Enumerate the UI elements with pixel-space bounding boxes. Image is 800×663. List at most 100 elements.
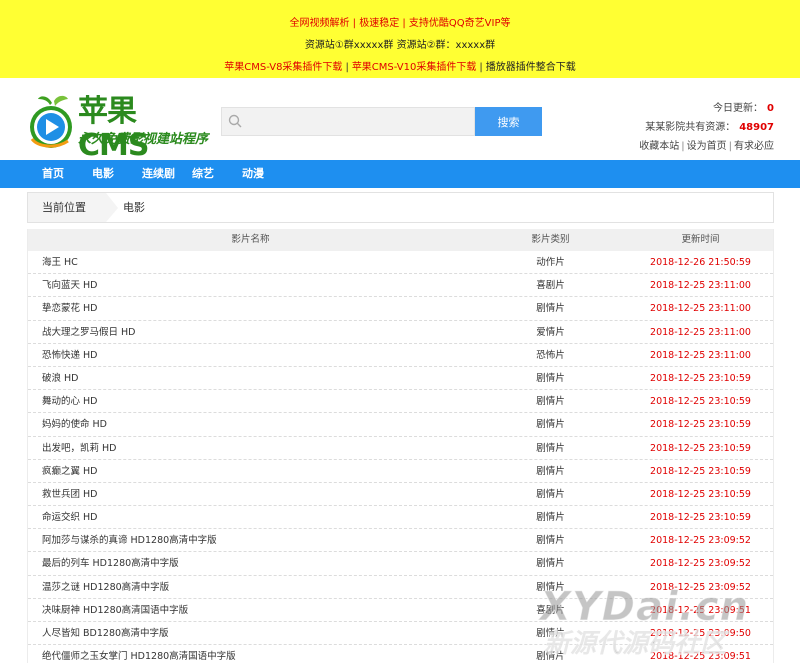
movie-category-link[interactable]: 剧情片 xyxy=(473,390,628,412)
movie-category-link[interactable]: 剧情片 xyxy=(473,483,628,505)
total-resources-label: 某某影院共有资源： xyxy=(645,122,736,133)
update-time: 2018-12-25 23:10:59 xyxy=(650,488,751,500)
nav-item-movies[interactable]: 电影 xyxy=(92,160,126,188)
update-time: 2018-12-25 23:11:00 xyxy=(650,349,751,361)
movie-category-link[interactable]: 动作片 xyxy=(473,251,628,273)
movie-category-link[interactable]: 剧情片 xyxy=(473,622,628,644)
site-stats: 今日更新： 0 某某影院共有资源： 48907 收藏本站 | 设为首页 | 有求必应 xyxy=(639,99,774,156)
banner-separator: | xyxy=(479,62,483,73)
update-time: 2018-12-25 23:10:59 xyxy=(650,396,751,408)
list-header: 影片名称 影片类别 更新时间 xyxy=(28,229,773,251)
table-row: 温莎之谜 HD1280高清中字版 剧情片 2018-12-25 23:09:52 xyxy=(28,576,773,599)
table-row: 挚恋蒙花 HD 剧情片 2018-12-25 23:11:00 xyxy=(28,297,773,321)
table-row: 妈妈的使命 HD 剧情片 2018-12-25 23:10:59 xyxy=(28,413,773,437)
header-time: 更新时间 xyxy=(681,234,720,245)
link-separator: | xyxy=(728,141,732,152)
movie-title-link[interactable]: 绝代僵师之玉女掌门 HD1280高清国语中字版 xyxy=(28,645,473,663)
banner-line-1: 全网视频解析 | 极速稳定 | 支持优酷QQ奇艺VIP等 xyxy=(289,18,511,29)
header-name: 影片名称 xyxy=(231,234,270,245)
movie-title-link[interactable]: 妈妈的使命 HD xyxy=(28,413,473,435)
movie-title-link[interactable]: 最后的列车 HD1280高清中字版 xyxy=(28,552,473,574)
table-row: 命运交织 HD 剧情片 2018-12-25 23:10:59 xyxy=(28,506,773,530)
banner-link-v8[interactable]: 苹果CMS-V8采集插件下载 xyxy=(224,62,342,73)
banner-line-2: 资源站①群xxxxx群 资源站②群：xxxxx群 xyxy=(304,40,496,51)
today-update-count: 0 xyxy=(767,103,774,114)
breadcrumb: 当前位置 电影 xyxy=(27,192,774,223)
movie-title-link[interactable]: 人尽皆知 BD1280高清中字版 xyxy=(28,622,473,644)
search-icon xyxy=(228,114,242,128)
movie-category-link[interactable]: 剧情片 xyxy=(473,552,628,574)
update-time: 2018-12-25 23:10:59 xyxy=(650,419,751,431)
update-time: 2018-12-25 23:09:52 xyxy=(650,558,751,570)
table-row: 出发吧，凯莉 HD 剧情片 2018-12-25 23:10:59 xyxy=(28,437,773,460)
movie-category-link[interactable]: 剧情片 xyxy=(473,645,628,663)
movie-title-link[interactable]: 命运交织 HD xyxy=(28,506,473,528)
breadcrumb-label: 当前位置 xyxy=(28,193,106,222)
movie-title-link[interactable]: 舞动的心 HD xyxy=(28,390,473,412)
update-time: 2018-12-25 23:09:50 xyxy=(650,628,751,639)
movie-title-link[interactable]: 海王 HC xyxy=(28,251,473,273)
update-time: 2018-12-26 21:50:59 xyxy=(650,257,751,268)
main-nav: 首页 电影 连续剧 综艺 动漫 xyxy=(0,160,800,188)
movie-category-link[interactable]: 剧情片 xyxy=(473,506,628,528)
site-logo[interactable]: 苹果CMS 永久免费影视建站程序 xyxy=(26,95,208,163)
update-time: 2018-12-25 23:11:00 xyxy=(650,326,751,338)
table-row: 救世兵团 HD 剧情片 2018-12-25 23:10:59 xyxy=(28,483,773,507)
table-row: 飞向蓝天 HD 喜剧片 2018-12-25 23:11:00 xyxy=(28,274,773,298)
movie-category-link[interactable]: 喜剧片 xyxy=(473,274,628,296)
site-header: 苹果CMS 永久免费影视建站程序 搜索 今日更新： 0 某某影院共有资源： 4890… xyxy=(0,78,800,163)
breadcrumb-arrow-icon xyxy=(106,193,118,222)
movie-category-link[interactable]: 剧情片 xyxy=(473,529,628,551)
movie-category-link[interactable]: 剧情片 xyxy=(473,297,628,319)
nav-item-series[interactable]: 连续剧 xyxy=(142,160,176,188)
movie-title-link[interactable]: 挚恋蒙花 HD xyxy=(28,297,473,319)
nav-item-variety[interactable]: 综艺 xyxy=(192,160,226,188)
movie-title-link[interactable]: 疯癫之翼 HD xyxy=(28,460,473,482)
movie-category-link[interactable]: 剧情片 xyxy=(473,367,628,389)
table-row: 阿加莎与谋杀的真谛 HD1280高清中字版 剧情片 2018-12-25 23:09… xyxy=(28,529,773,553)
movie-title-link[interactable]: 恐怖快递 HD xyxy=(28,344,473,366)
movie-title-link[interactable]: 温莎之谜 HD1280高清中字版 xyxy=(28,576,473,598)
total-resources-count: 48907 xyxy=(739,122,774,133)
movie-title-link[interactable]: 战大理之罗马假日 HD xyxy=(28,321,473,343)
update-time: 2018-12-25 23:10:59 xyxy=(650,512,751,524)
movie-category-link[interactable]: 爱情片 xyxy=(473,321,628,343)
update-time: 2018-12-25 23:11:00 xyxy=(650,303,751,315)
movie-category-link[interactable]: 剧情片 xyxy=(473,437,628,459)
update-time: 2018-12-25 23:09:51 xyxy=(650,651,751,663)
banner-link-player[interactable]: 播放器插件整合下载 xyxy=(486,62,576,73)
nav-item-anime[interactable]: 动漫 xyxy=(242,160,276,188)
banner-separator: | xyxy=(345,62,349,73)
movie-title-link[interactable]: 救世兵团 HD xyxy=(28,483,473,505)
table-row: 海王 HC 动作片 2018-12-26 21:50:59 xyxy=(28,251,773,275)
movie-title-link[interactable]: 阿加莎与谋杀的真谛 HD1280高清中字版 xyxy=(28,529,473,551)
movie-category-link[interactable]: 剧情片 xyxy=(473,576,628,598)
update-time: 2018-12-25 23:10:59 xyxy=(650,465,751,477)
update-time: 2018-12-25 23:10:59 xyxy=(650,372,751,384)
search-button[interactable]: 搜索 xyxy=(475,107,542,136)
nav-item-home[interactable]: 首页 xyxy=(42,160,76,188)
movie-title-link[interactable]: 决味厨神 HD1280高清国语中字版 xyxy=(28,599,473,621)
movie-category-link[interactable]: 恐怖片 xyxy=(473,344,628,366)
table-row: 疯癫之翼 HD 剧情片 2018-12-25 23:10:59 xyxy=(28,460,773,483)
apple-play-logo-icon xyxy=(30,95,72,148)
search-input[interactable] xyxy=(248,108,473,135)
breadcrumb-current[interactable]: 电影 xyxy=(123,193,145,222)
movie-category-link[interactable]: 剧情片 xyxy=(473,413,628,435)
table-row: 绝代僵师之玉女掌门 HD1280高清国语中字版 剧情片 2018-12-25 23:… xyxy=(28,645,773,663)
movie-title-link[interactable]: 破浪 HD xyxy=(28,367,473,389)
banner-links: 苹果CMS-V8采集插件下载 | 苹果CMS-V10采集插件下载 | 播放器插件整合下载 xyxy=(0,57,800,79)
movie-category-link[interactable]: 喜剧片 xyxy=(473,599,628,621)
update-time: 2018-12-25 23:09:51 xyxy=(650,604,751,616)
request-link[interactable]: 有求必应 xyxy=(734,141,774,152)
update-time: 2018-12-25 23:09:52 xyxy=(650,535,751,547)
bookmark-link[interactable]: 收藏本站 xyxy=(639,141,679,152)
movie-category-link[interactable]: 剧情片 xyxy=(473,460,628,482)
header-links: 收藏本站 | 设为首页 | 有求必应 xyxy=(639,137,774,156)
banner-link-v10[interactable]: 苹果CMS-V10采集插件下载 xyxy=(352,62,477,73)
movie-title-link[interactable]: 出发吧，凯莉 HD xyxy=(28,437,473,459)
update-time: 2018-12-25 23:09:52 xyxy=(650,581,751,593)
movie-title-link[interactable]: 飞向蓝天 HD xyxy=(28,274,473,296)
table-row: 战大理之罗马假日 HD 爱情片 2018-12-25 23:11:00 xyxy=(28,321,773,344)
set-homepage-link[interactable]: 设为首页 xyxy=(687,141,727,152)
